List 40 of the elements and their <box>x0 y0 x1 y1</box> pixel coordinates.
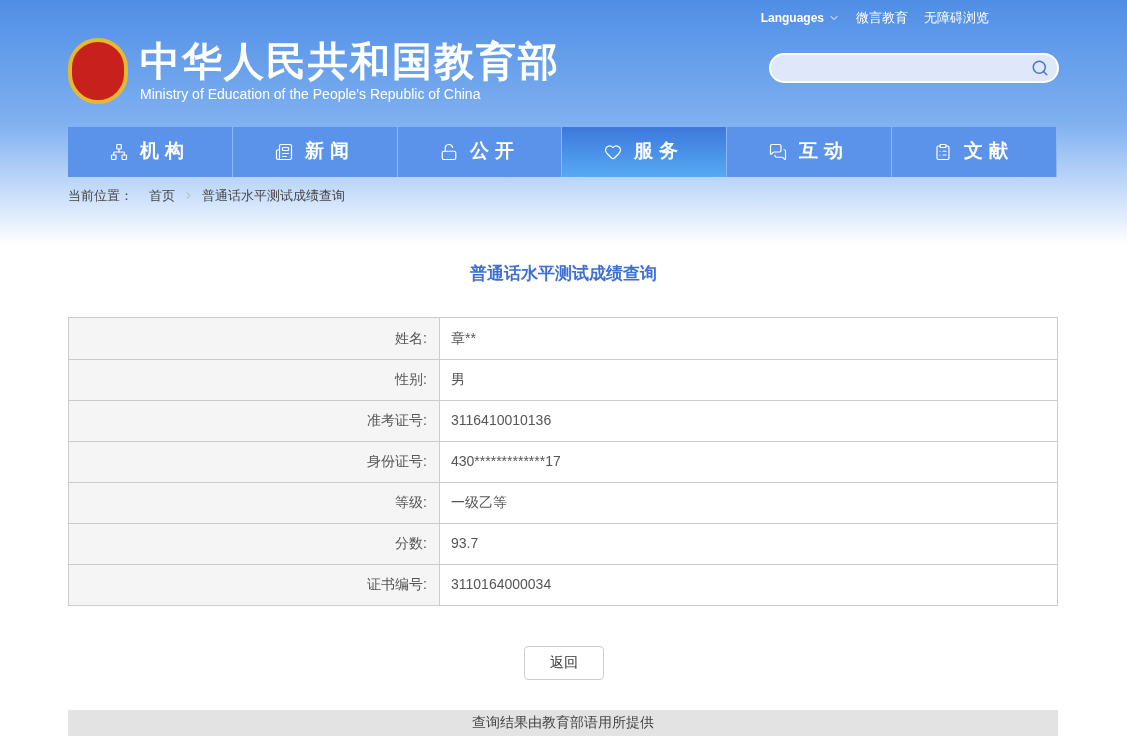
site-title: 中华人民共和国教育部 <box>140 37 560 84</box>
field-value: 章** <box>450 328 477 348</box>
nav-tab[interactable]: 新闻 <box>232 126 398 177</box>
heart-icon <box>604 142 623 161</box>
field-value: 430*************17 <box>450 452 562 471</box>
nav-tab[interactable]: 互动 <box>727 126 893 177</box>
speech-bubbles-icon <box>769 142 788 161</box>
nav-tab[interactable]: 服务 <box>562 126 728 177</box>
field-label: 性别: <box>69 359 440 400</box>
breadcrumb-label: 当前位置： <box>68 186 133 205</box>
field-value: 3116410010136 <box>450 411 553 430</box>
nav-tab[interactable]: 公开 <box>397 126 563 177</box>
back-button[interactable]: 返回 <box>523 645 604 680</box>
language-menu[interactable]: Languages <box>760 8 840 28</box>
field-value: 93.7 <box>450 534 480 553</box>
field-label: 姓名: <box>69 317 440 359</box>
search-field[interactable] <box>769 53 1059 83</box>
clipboard-icon <box>934 142 953 161</box>
field-label: 证书编号: <box>69 564 440 605</box>
page-title: 普通话水平测试成绩查询 <box>469 263 658 285</box>
field-label: 准考证号: <box>69 400 440 441</box>
site-subtitle: Ministry of Education of the People's Republic of China <box>140 84 482 104</box>
field-label: 身份证号: <box>69 441 440 482</box>
field-value: 男 <box>450 370 466 389</box>
search-icon <box>1031 59 1049 77</box>
emblem-icon <box>68 38 128 104</box>
field-label: 分数: <box>69 523 440 564</box>
field-label: 等级: <box>69 482 440 523</box>
nav-tab[interactable]: 机构 <box>68 126 233 177</box>
hierarchy-icon <box>109 142 128 161</box>
footer-bar: 查询结果由教育部语用所提供 <box>68 709 1058 736</box>
field-value: 3110164000034 <box>450 575 553 594</box>
nav-tab[interactable]: 文献 <box>892 126 1057 177</box>
breadcrumb-link[interactable]: 首页 <box>149 185 175 205</box>
header-link[interactable]: 无障碍浏览 <box>924 8 989 28</box>
padlock-icon <box>439 142 458 161</box>
breadcrumb-link[interactable]: 普通话水平测试成绩查询 <box>202 185 345 205</box>
field-value: 一级乙等 <box>450 493 508 512</box>
document-icon <box>274 142 293 161</box>
header-link[interactable]: 微言教育 <box>856 8 908 28</box>
